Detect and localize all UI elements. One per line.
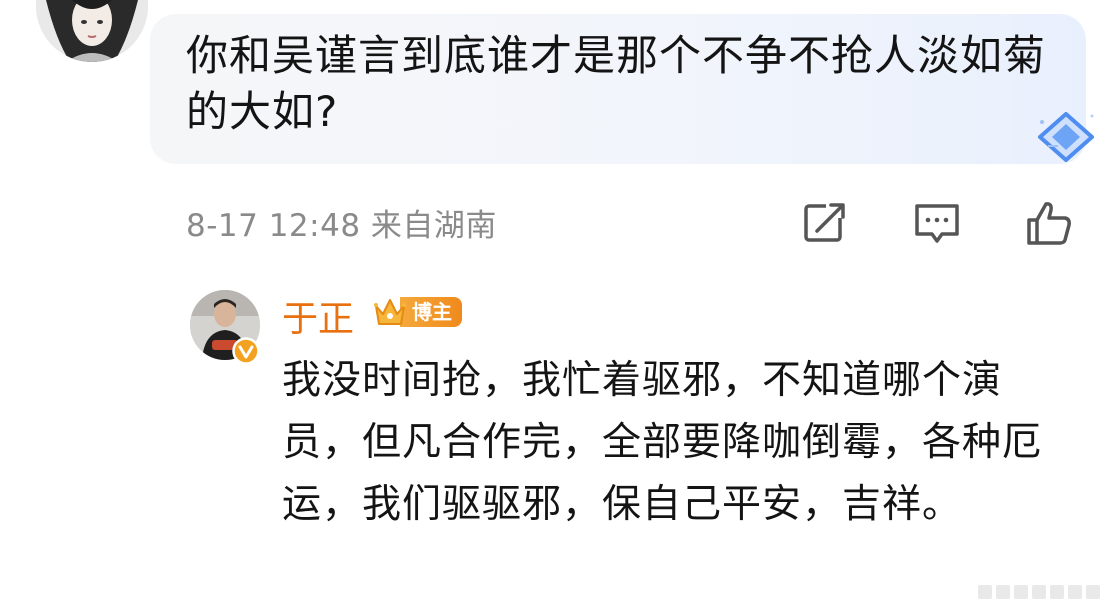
host-badge: 博主 xyxy=(372,294,462,330)
share-edit-icon[interactable] xyxy=(800,198,850,248)
host-badge-label: 博主 xyxy=(400,297,462,327)
watermark-pattern xyxy=(978,585,1100,599)
comment-meta-time: 8-17 12:48 来自湖南 xyxy=(186,208,497,244)
verified-v-icon xyxy=(232,337,260,365)
thumbs-up-icon[interactable] xyxy=(1024,198,1074,248)
reply-text: 我没时间抢，我忙着驱邪，不知道哪个演员，但凡合作完，全部要降咖倒霉，各种厄运，我… xyxy=(282,358,1043,527)
commenter-avatar[interactable] xyxy=(36,0,148,62)
crown-icon xyxy=(374,299,406,325)
diamond-badge-icon xyxy=(1038,112,1094,162)
comment-bubble-icon[interactable] xyxy=(912,198,962,248)
reply-author-name[interactable]: 于正 xyxy=(282,290,354,342)
comment-text: 你和吴谨言到底谁才是那个不争不抢人淡如菊的大如? xyxy=(186,31,1047,136)
